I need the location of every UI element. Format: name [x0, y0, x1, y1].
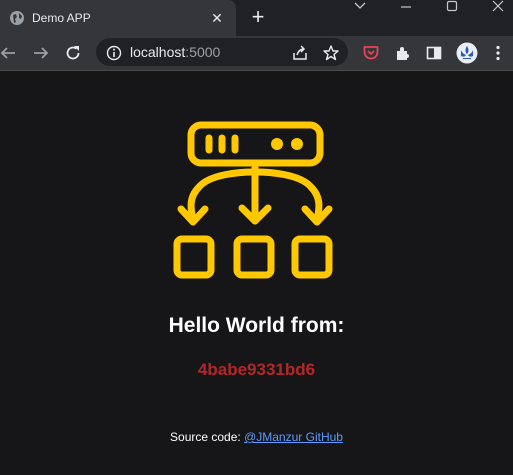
globe-icon — [10, 11, 24, 25]
site-info-icon[interactable] — [104, 43, 124, 63]
reload-icon[interactable] — [63, 43, 83, 63]
maximize-icon[interactable] — [438, 0, 466, 14]
toolbar-divider — [0, 70, 513, 71]
minimize-icon[interactable] — [392, 0, 420, 14]
new-tab-button[interactable]: + — [246, 6, 270, 30]
profile-avatar[interactable] — [456, 42, 478, 64]
extensions-icon[interactable] — [393, 43, 413, 63]
url-text[interactable]: localhost:5000 — [130, 45, 220, 59]
close-window-icon[interactable] — [484, 0, 512, 14]
tab-strip: Demo APP ✕ + — [0, 0, 513, 36]
bookmark-star-icon[interactable] — [321, 43, 341, 63]
forward-icon[interactable] — [31, 43, 51, 63]
source-code-footer: Source code: @JManzur GitHub — [0, 430, 513, 444]
server-hierarchy-icon — [173, 121, 333, 279]
browser-menu-icon[interactable] — [488, 43, 508, 63]
url-port: :5000 — [185, 44, 221, 60]
back-icon[interactable] — [0, 43, 18, 63]
tab-search-chevron-icon[interactable] — [346, 0, 374, 14]
pocket-icon[interactable] — [361, 43, 381, 63]
greeting-heading: Hello World from: — [168, 314, 345, 337]
close-tab-icon[interactable]: ✕ — [207, 8, 227, 28]
tab-title: Demo APP — [32, 11, 91, 25]
container-hostname: 4babe9331bd6 — [197, 360, 316, 379]
share-icon[interactable] — [290, 43, 310, 63]
github-link[interactable]: @JManzur GitHub — [244, 430, 343, 444]
tab-demo-app[interactable]: Demo APP ✕ — [0, 0, 236, 36]
url-host: localhost — [130, 44, 186, 60]
source-code-label: Source code: — [170, 430, 245, 444]
side-panel-icon[interactable] — [424, 43, 444, 63]
